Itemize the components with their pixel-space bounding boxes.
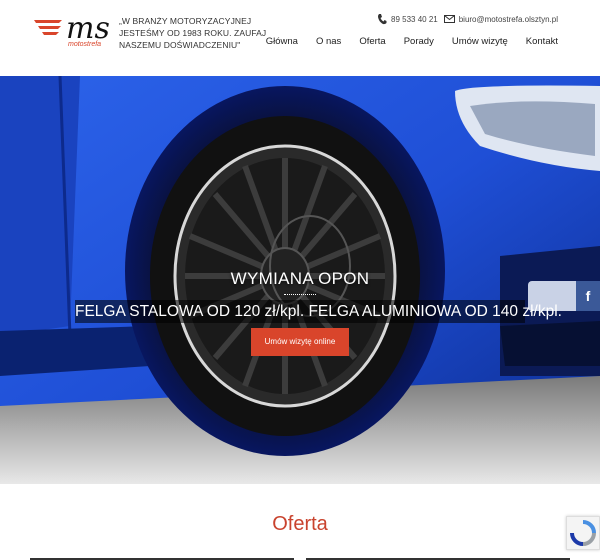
- main-nav: Główna O nas Oferta Porady Umów wizytę K…: [257, 36, 558, 47]
- email-contact[interactable]: biuro@motostrefa.olsztyn.pl: [443, 14, 558, 24]
- offer-section: Oferta: [0, 484, 600, 560]
- phone-number: 89 533 40 21: [391, 14, 438, 24]
- nav-item-oferta[interactable]: Oferta: [350, 36, 394, 47]
- contact-bar: 89 533 40 21 biuro@motostrefa.olsztyn.pl: [377, 13, 558, 25]
- facebook-icon[interactable]: f: [576, 281, 600, 311]
- logo-speed-lines-icon: [34, 20, 62, 35]
- email-address: biuro@motostrefa.olsztyn.pl: [458, 14, 558, 24]
- nav-item-umow-wizyte[interactable]: Umów wizytę: [443, 36, 517, 47]
- phone-contact[interactable]: 89 533 40 21: [377, 13, 438, 25]
- section-title: Oferta: [272, 513, 328, 535]
- recaptcha-badge[interactable]: [566, 516, 600, 550]
- hero-divider: [284, 294, 316, 296]
- nav-item-porady[interactable]: Porady: [395, 36, 443, 47]
- recaptcha-icon: [570, 520, 596, 546]
- company-logo[interactable]: ms motostrefa: [32, 12, 116, 48]
- hero-slider: WYMIANA OPON FELGA STALOWA OD 120 zł/kpl…: [0, 76, 600, 484]
- nav-item-o-nas[interactable]: O nas: [307, 36, 350, 47]
- hero-title: WYMIANA OPON: [230, 269, 370, 288]
- nav-item-kontakt[interactable]: Kontakt: [517, 36, 558, 47]
- hero-subtitle: FELGA STALOWA OD 120 zł/kpl. FELGA ALUMI…: [75, 300, 562, 323]
- site-header: ms motostrefa „W BRANŻY MOTORYZACYJNEJ J…: [0, 0, 600, 76]
- envelope-icon: [443, 15, 455, 23]
- phone-icon: [378, 14, 387, 25]
- nav-item-glowna[interactable]: Główna: [257, 36, 307, 47]
- book-visit-button[interactable]: Umów wizytę online: [251, 328, 349, 356]
- logo-subtext: motostrefa: [68, 41, 101, 48]
